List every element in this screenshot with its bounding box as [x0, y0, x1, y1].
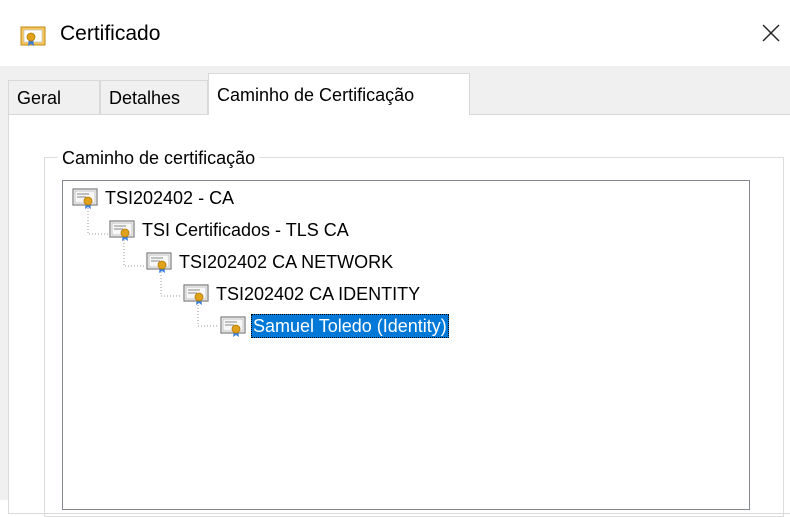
- tree-node[interactable]: TSI202402 - CA: [72, 186, 236, 210]
- certificate-icon: [220, 316, 246, 337]
- certificate-icon: [72, 188, 98, 209]
- tree-node[interactable]: TSI Certificados - TLS CA: [109, 218, 351, 242]
- tree-node[interactable]: TSI202402 CA NETWORK: [146, 250, 395, 274]
- tab-caminho-de-certificacao[interactable]: Caminho de Certificação: [208, 73, 470, 115]
- certificate-icon: [183, 284, 209, 305]
- tab-label: Caminho de Certificação: [217, 84, 415, 105]
- node-label: TSI202402 CA IDENTITY: [216, 284, 421, 304]
- node-label: Samuel Toledo (Identity): [251, 314, 449, 338]
- title-bar: Certificado: [0, 0, 790, 66]
- node-label: TSI202402 CA NETWORK: [179, 252, 394, 272]
- node-label: TSI202402 - CA: [105, 188, 235, 208]
- window-title: Certificado: [60, 22, 161, 45]
- tree-node[interactable]: TSI202402 CA IDENTITY: [183, 282, 422, 306]
- close-button[interactable]: [752, 14, 790, 52]
- tab-geral[interactable]: Geral: [8, 80, 100, 114]
- certificate-icon: [20, 25, 46, 47]
- close-icon: [762, 24, 780, 42]
- tab-label: Detalhes: [109, 87, 181, 108]
- tab-detalhes[interactable]: Detalhes: [100, 80, 208, 114]
- group-label: Caminho de certificação: [58, 146, 260, 170]
- tab-label: Geral: [17, 87, 62, 108]
- certificate-icon: [109, 220, 135, 241]
- node-label: TSI Certificados - TLS CA: [142, 220, 349, 240]
- certificate-icon: [146, 252, 172, 273]
- tree-node-selected[interactable]: Samuel Toledo (Identity): [220, 314, 449, 338]
